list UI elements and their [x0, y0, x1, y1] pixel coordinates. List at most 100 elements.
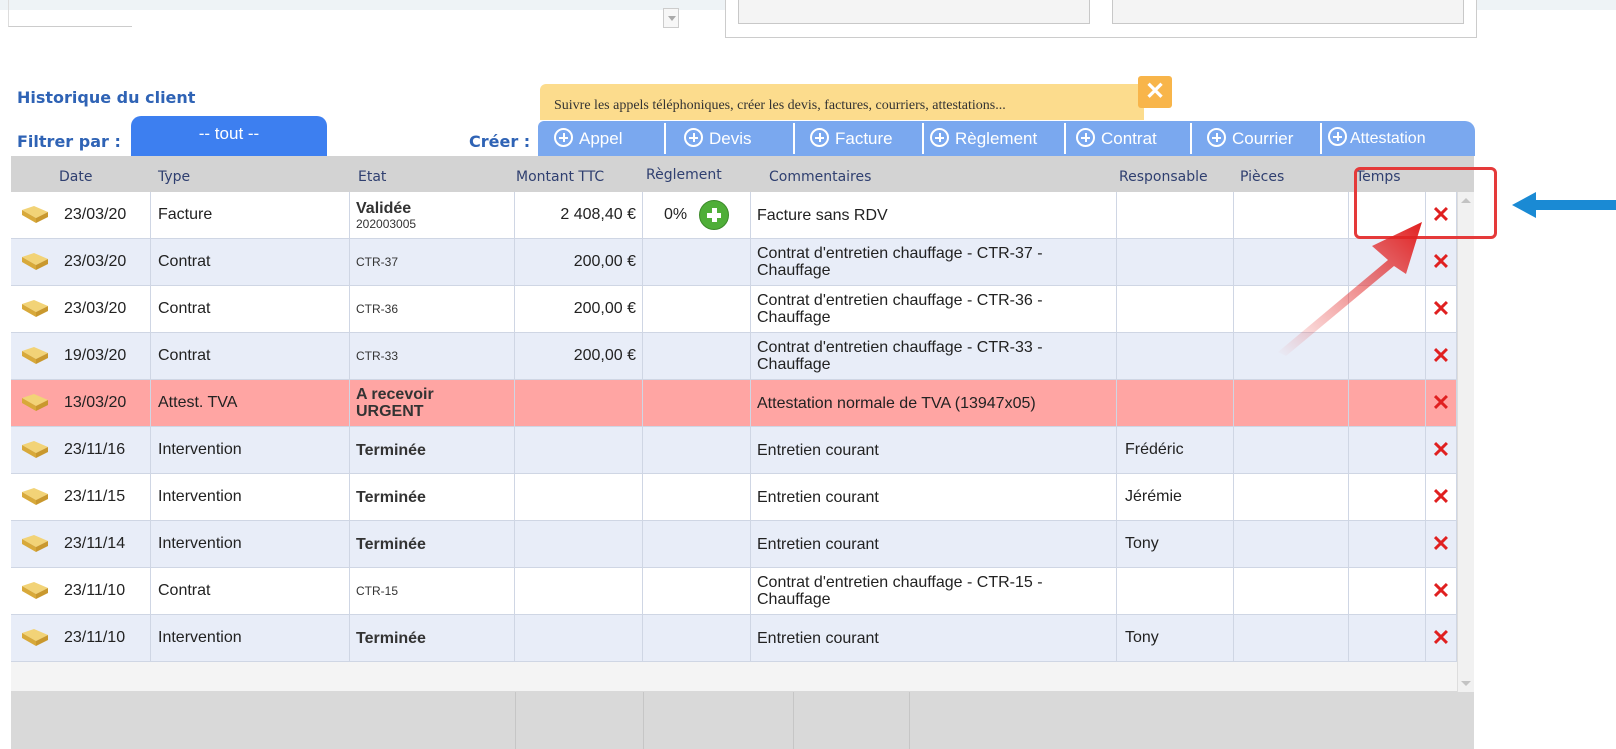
- table-row[interactable]: 13/03/20 Attest. TVA A recevoir URGENT A…: [11, 380, 1457, 427]
- create-appel-button[interactable]: Appel: [554, 121, 622, 156]
- commentaire-cell: Entretien courant: [751, 521, 1117, 567]
- reglement-percent: 0%: [663, 206, 688, 223]
- etat-status: Terminée: [356, 629, 426, 647]
- row-montant: 200,00 €: [573, 253, 636, 270]
- create-button-label: Attestation: [1350, 130, 1426, 147]
- table-row[interactable]: 23/11/14 Intervention Terminée Entretien…: [11, 521, 1457, 568]
- column-header-commentaires[interactable]: Commentaires: [769, 169, 871, 185]
- top-input-2[interactable]: [1112, 0, 1464, 24]
- tooltip-close-button[interactable]: ✕: [1138, 76, 1172, 108]
- add-circle-icon[interactable]: [699, 200, 730, 230]
- temps-cell: [1349, 474, 1426, 520]
- create-courrier-button[interactable]: Courrier: [1207, 121, 1293, 156]
- folder-icon[interactable]: [20, 582, 50, 600]
- column-header-pieces[interactable]: Pièces: [1240, 169, 1284, 185]
- reglement-cell: [643, 521, 751, 567]
- toolbar-divider: [1190, 123, 1192, 154]
- row-type: Attest. TVA: [158, 394, 238, 411]
- delete-x-icon[interactable]: ✕: [1432, 578, 1450, 604]
- create-attestation-button[interactable]: Attestation: [1328, 121, 1426, 156]
- delete-x-icon[interactable]: ✕: [1432, 625, 1450, 651]
- create-label: Créer :: [469, 132, 531, 151]
- delete-x-icon[interactable]: ✕: [1432, 484, 1450, 510]
- create-button-label: Devis: [709, 129, 752, 148]
- column-header-etat[interactable]: Etat: [358, 169, 386, 185]
- delete-x-icon[interactable]: ✕: [1432, 531, 1450, 557]
- pieces-cell: [1234, 521, 1349, 567]
- montant-cell: 200,00 €: [515, 286, 643, 332]
- table-row[interactable]: 23/03/20 Facture Validée 202003005 2 408,…: [11, 192, 1457, 239]
- row-type: Intervention: [158, 441, 242, 458]
- folder-icon[interactable]: [20, 535, 50, 553]
- responsable-cell: Frédéric: [1117, 427, 1234, 473]
- row-type: Contrat: [158, 253, 211, 270]
- help-tooltip: Suivre les appels téléphoniques, créer l…: [540, 84, 1144, 120]
- responsable-cell: Tony: [1117, 521, 1234, 567]
- delete-cell: ✕: [1426, 568, 1457, 614]
- reglement-cell: [643, 333, 751, 379]
- montant-cell: 200,00 €: [515, 239, 643, 285]
- row-date: 23/03/20: [64, 253, 127, 270]
- top-input-1[interactable]: [738, 0, 1090, 24]
- folder-icon[interactable]: [20, 441, 50, 459]
- table-row[interactable]: 23/03/20 Contrat CTR-37 200,00 € Contrat…: [11, 239, 1457, 286]
- folder-icon[interactable]: [20, 629, 50, 647]
- table-row[interactable]: 23/11/10 Contrat CTR-15 Contrat d'entret…: [11, 568, 1457, 615]
- table-row[interactable]: 23/11/10 Intervention Terminée Entretien…: [11, 615, 1457, 662]
- pieces-cell: [1234, 380, 1349, 426]
- delete-x-icon[interactable]: ✕: [1432, 390, 1450, 416]
- create-devis-button[interactable]: Devis: [684, 121, 752, 156]
- row-date: 13/03/20: [64, 394, 127, 411]
- top-dropdown-arrow[interactable]: [663, 8, 679, 28]
- montant-cell: 200,00 €: [515, 333, 643, 379]
- table-scrollbar[interactable]: [1457, 192, 1474, 692]
- create-button-label: Appel: [579, 129, 623, 148]
- etat-reference: CTR-37: [356, 255, 399, 269]
- type-cell: Contrat: [151, 286, 350, 332]
- table-row[interactable]: 23/11/15 Intervention Terminée Entretien…: [11, 474, 1457, 521]
- folder-icon[interactable]: [20, 488, 50, 506]
- column-header-date[interactable]: Date: [59, 169, 92, 185]
- folder-icon[interactable]: [20, 394, 50, 412]
- scroll-down-arrow[interactable]: [1461, 681, 1471, 686]
- table-row[interactable]: 23/11/16 Intervention Terminée Entretien…: [11, 427, 1457, 474]
- folder-icon[interactable]: [20, 253, 50, 271]
- etat-cell: Terminée: [350, 521, 515, 567]
- filter-label: Filtrer par :: [17, 132, 121, 151]
- type-cell: Intervention: [151, 521, 350, 567]
- montant-cell: [515, 380, 643, 426]
- create-facture-button[interactable]: Facture: [810, 121, 893, 156]
- folder-icon[interactable]: [20, 300, 50, 318]
- filter-tab[interactable]: -- tout --: [131, 116, 327, 156]
- folder-icon[interactable]: [20, 347, 50, 365]
- create-reglement-button[interactable]: Règlement: [930, 121, 1037, 156]
- responsable-cell: [1117, 568, 1234, 614]
- delete-x-icon[interactable]: ✕: [1432, 437, 1450, 463]
- column-header-montant[interactable]: Montant TTC: [516, 169, 604, 185]
- row-montant: 2 408,40 €: [560, 206, 636, 223]
- column-header-responsable[interactable]: Responsable: [1119, 169, 1208, 185]
- date-cell: 23/11/15: [11, 474, 151, 520]
- plus-circle-icon: [1076, 128, 1095, 147]
- etat-status: Terminée: [356, 488, 426, 506]
- responsable-cell: [1117, 380, 1234, 426]
- responsable-cell: [1117, 192, 1234, 238]
- etat-reference: 202003005: [356, 216, 417, 231]
- column-header-type[interactable]: Type: [158, 169, 190, 185]
- column-header-reglement[interactable]: Règlement: [646, 167, 722, 183]
- create-contrat-button[interactable]: Contrat: [1076, 121, 1157, 156]
- etat-reference: CTR-15: [356, 584, 399, 598]
- top-field[interactable]: [8, 0, 132, 27]
- row-type: Intervention: [158, 488, 242, 505]
- type-cell: Intervention: [151, 615, 350, 661]
- folder-icon[interactable]: [20, 206, 50, 224]
- table-row[interactable]: 19/03/20 Contrat CTR-33 200,00 € Contrat…: [11, 333, 1457, 380]
- type-cell: Contrat: [151, 239, 350, 285]
- responsable-cell: Jérémie: [1117, 474, 1234, 520]
- delete-cell: ✕: [1426, 521, 1457, 567]
- etat-cell: Validée 202003005: [350, 192, 515, 238]
- table-row[interactable]: 23/03/20 Contrat CTR-36 200,00 € Contrat…: [11, 286, 1457, 333]
- montant-cell: [515, 615, 643, 661]
- plus-circle-icon: [554, 128, 573, 147]
- plus-circle-icon: [810, 128, 829, 147]
